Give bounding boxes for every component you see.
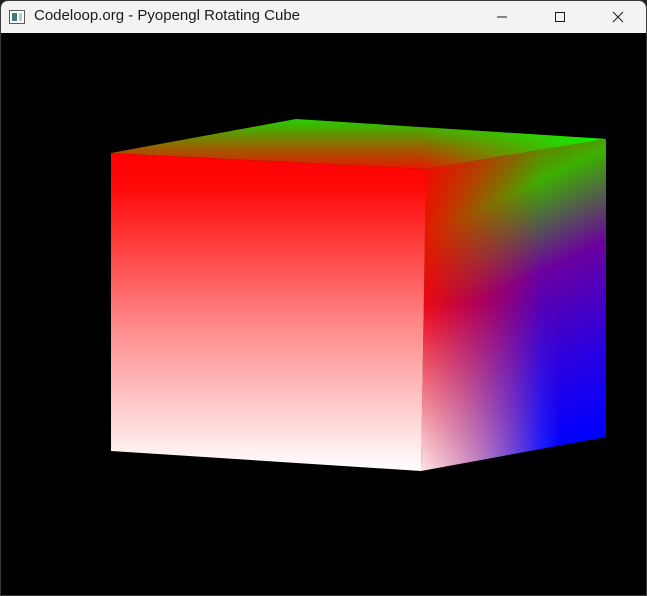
- app-window-icon: [9, 10, 25, 24]
- cube-side-face-white-overlay: [421, 139, 606, 471]
- maximize-icon: [555, 12, 565, 22]
- rotating-cube: [111, 119, 606, 471]
- opengl-viewport[interactable]: [1, 33, 646, 595]
- cube-front-face: [111, 153, 426, 471]
- minimize-button[interactable]: [479, 1, 525, 33]
- close-icon: [612, 11, 624, 23]
- app-window: Codeloop.org - Pyopengl Rotating Cube: [0, 0, 647, 596]
- title-bar[interactable]: Codeloop.org - Pyopengl Rotating Cube: [1, 1, 646, 33]
- maximize-button[interactable]: [537, 1, 583, 33]
- minimize-icon: [497, 16, 507, 18]
- close-button[interactable]: [595, 1, 641, 33]
- window-title: Codeloop.org - Pyopengl Rotating Cube: [34, 7, 301, 24]
